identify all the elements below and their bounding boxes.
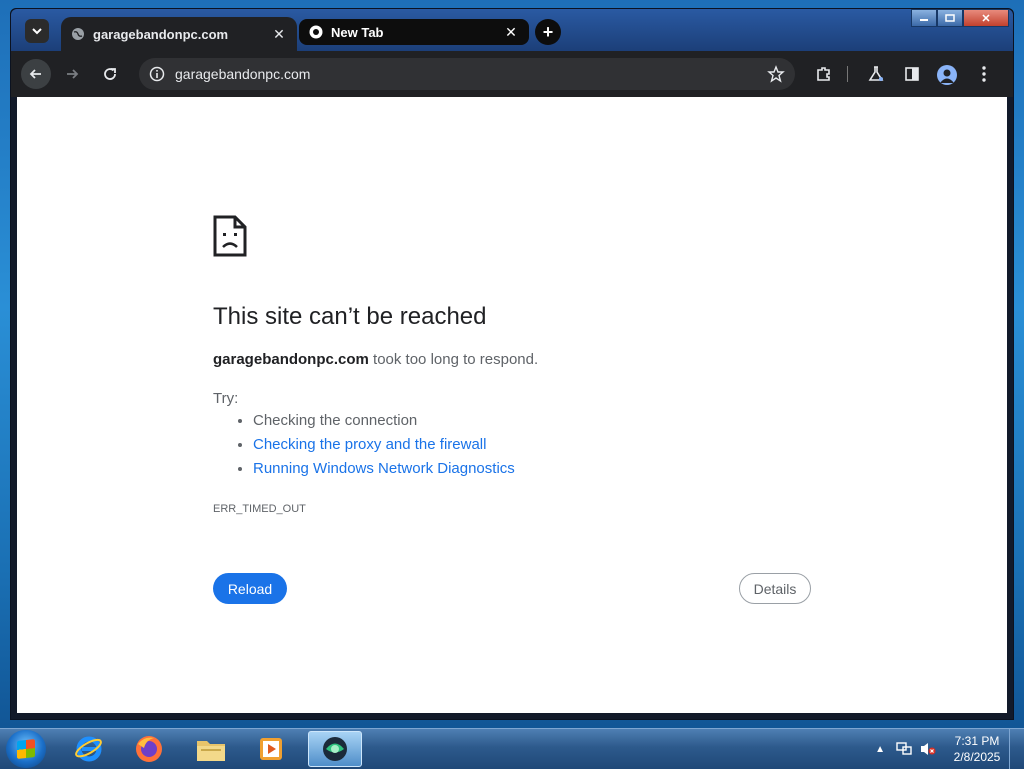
sad-page-icon xyxy=(213,215,247,257)
person-icon xyxy=(940,69,954,83)
taskbar-firefox[interactable] xyxy=(122,731,176,767)
kebab-menu-icon xyxy=(982,66,986,82)
back-button[interactable] xyxy=(21,59,51,89)
tab-title: New Tab xyxy=(331,24,384,40)
browser-window: garagebandonpc.com ✕ New Tab ✕ + ✕ garag… xyxy=(10,8,1014,720)
suggestion-check-connection: Checking the connection xyxy=(253,409,515,433)
internet-explorer-icon xyxy=(75,736,102,762)
chevron-down-icon xyxy=(32,28,42,35)
labs-button[interactable] xyxy=(861,59,891,89)
clock-date: 2/8/2025 xyxy=(953,750,1001,764)
minimize-button[interactable] xyxy=(911,9,937,27)
clock[interactable]: 7:31 PM 2/8/2025 xyxy=(945,733,1009,765)
tab-strip: garagebandonpc.com ✕ New Tab ✕ + ✕ xyxy=(11,9,1013,51)
details-button[interactable]: Details xyxy=(739,573,811,604)
firefox-icon xyxy=(136,736,162,762)
start-button[interactable] xyxy=(6,730,46,768)
address-bar[interactable]: garagebandonpc.com xyxy=(139,58,795,90)
info-icon[interactable] xyxy=(149,66,165,82)
menu-button[interactable] xyxy=(969,59,999,89)
close-icon: ✕ xyxy=(981,12,991,25)
system-tray: ▲ 7:31 PM 2/8/2025 xyxy=(875,729,1024,769)
taskbar-browser[interactable] xyxy=(308,731,362,767)
suggestion-proxy-firewall[interactable]: Checking the proxy and the firewall xyxy=(253,433,515,457)
taskbar: ▲ 7:31 PM 2/8/2025 xyxy=(0,728,1024,769)
tab-garagebandonpc[interactable]: garagebandonpc.com ✕ xyxy=(61,17,297,51)
star-icon[interactable] xyxy=(767,65,785,83)
close-tab-icon[interactable]: ✕ xyxy=(503,24,519,40)
suggestion-text: Checking the connection xyxy=(253,412,418,429)
extensions-button[interactable] xyxy=(809,59,839,89)
network-diagnostics-link[interactable]: Running Windows Network Diagnostics xyxy=(253,460,515,477)
profile-avatar[interactable] xyxy=(937,65,957,85)
arrow-right-icon xyxy=(67,69,79,79)
reload-button[interactable]: Reload xyxy=(213,573,287,604)
taskbar-file-explorer[interactable] xyxy=(184,731,238,767)
refresh-icon xyxy=(104,68,116,80)
try-label: Try: xyxy=(213,390,239,407)
globe-icon xyxy=(72,28,84,40)
toolbar-divider xyxy=(847,66,848,82)
arrow-left-icon xyxy=(29,69,41,79)
close-window-button[interactable]: ✕ xyxy=(963,9,1009,27)
new-tab-button[interactable]: + xyxy=(535,19,561,45)
browser-app-icon xyxy=(323,737,347,761)
suggestions-list: Checking the connection Checking the pro… xyxy=(213,409,515,481)
error-description: garagebandonpc.com took too long to resp… xyxy=(213,351,538,368)
taskbar-media-player[interactable] xyxy=(244,731,298,767)
suggestion-network-diagnostics[interactable]: Running Windows Network Diagnostics xyxy=(253,457,515,481)
page-content: This site can’t be reached garagebandonp… xyxy=(17,97,1007,713)
taskbar-internet-explorer[interactable] xyxy=(62,731,116,767)
forward-button[interactable] xyxy=(57,59,87,89)
browser-toolbar: garagebandonpc.com xyxy=(11,51,1013,97)
chrome-icon xyxy=(309,25,323,39)
window-controls: ✕ xyxy=(911,9,1009,27)
puzzle-icon xyxy=(817,67,830,81)
restore-icon xyxy=(945,14,955,22)
tab-title: garagebandonpc.com xyxy=(93,26,229,42)
show-desktop-button[interactable] xyxy=(1009,729,1024,769)
side-panel-button[interactable] xyxy=(897,59,927,89)
plus-icon: + xyxy=(542,21,554,42)
network-icon[interactable] xyxy=(895,741,913,757)
clock-time: 7:31 PM xyxy=(954,734,1000,748)
volume-muted-icon[interactable] xyxy=(919,741,937,757)
proxy-firewall-link[interactable]: Checking the proxy and the firewall xyxy=(253,436,486,453)
tab-new-tab[interactable]: New Tab ✕ xyxy=(299,19,529,45)
error-host: garagebandonpc.com xyxy=(213,351,369,368)
reload-toolbar-button[interactable] xyxy=(95,59,125,89)
maximize-button[interactable] xyxy=(937,9,963,27)
show-hidden-icons-icon[interactable]: ▲ xyxy=(875,744,885,755)
folder-icon xyxy=(197,741,225,761)
media-player-icon xyxy=(260,738,282,760)
tab-search-button[interactable] xyxy=(25,19,49,43)
flask-icon xyxy=(868,66,884,81)
close-tab-icon[interactable]: ✕ xyxy=(271,26,287,42)
error-title: This site can’t be reached xyxy=(213,303,487,330)
minimize-icon xyxy=(920,19,928,21)
address-url[interactable]: garagebandonpc.com xyxy=(175,66,767,82)
side-panel-icon xyxy=(905,67,919,81)
error-description-text: took too long to respond. xyxy=(368,351,539,368)
error-code: ERR_TIMED_OUT xyxy=(213,503,306,515)
